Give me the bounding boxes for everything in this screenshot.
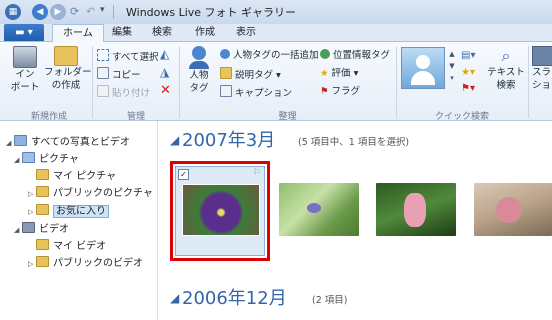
people-tag-button[interactable]: 人物 タグ	[185, 46, 213, 95]
tab-home[interactable]: ホーム	[52, 24, 104, 42]
import-button[interactable]: イン ポート	[10, 46, 40, 94]
collapse-arrow-icon[interactable]: ◢	[6, 135, 14, 151]
ribbon-separator	[528, 46, 529, 118]
folder-icon	[54, 46, 78, 66]
group-item-count: (5 項目中、1 項目を選択)	[298, 137, 410, 148]
file-menu-button[interactable]: ▬ ▾	[4, 24, 44, 41]
ribbon-separator	[179, 46, 180, 118]
photo-thumbnail[interactable]	[279, 183, 359, 236]
collapse-arrow-icon[interactable]: ◢	[14, 152, 22, 168]
window-title: Windows Live フォト ギャラリー	[126, 6, 297, 19]
ribbon-tabs: ▬ ▾ ホーム 編集 検索 作成 表示	[0, 24, 552, 42]
navigation-pane: ◢ すべての写真とビデオ ◢ ピクチャ マイ ピクチャ ▷ パブリックのピクチャ ▷ お…	[0, 121, 158, 320]
paste-button[interactable]: 貼り付け	[97, 85, 150, 100]
people-icon	[220, 49, 230, 59]
back-icon[interactable]: ◀	[32, 4, 48, 20]
refresh-icon[interactable]: ⟳	[70, 5, 79, 18]
text-search-button[interactable]: ⌕ テキスト 検索	[486, 46, 526, 92]
person-icon	[192, 46, 206, 60]
camera-icon	[13, 46, 37, 68]
bulk-people-tag-button[interactable]: 人物タグの一括追加	[220, 49, 319, 62]
nav-item-public-pictures[interactable]: ▷ パブリックのピクチャ	[28, 186, 153, 202]
gallery-scroll[interactable]: ▲ ▼ ▾	[447, 48, 457, 86]
title-separator	[113, 5, 114, 19]
folder-icon	[36, 186, 49, 197]
copy-button[interactable]: コピー	[97, 67, 141, 82]
caption-button[interactable]: キャプション	[220, 85, 292, 100]
create-folder-button[interactable]: フォルダー の作成	[44, 46, 92, 92]
folder-icon	[36, 256, 49, 267]
pictures-library-icon	[22, 152, 35, 163]
undo-icon[interactable]: ↶	[86, 5, 95, 18]
photo-gallery: ◢ 2007年3月 (5 項目中、1 項目を選択) ✓ ⚐ ◢ 2006年12月…	[158, 121, 552, 320]
expand-arrow-icon[interactable]: ▷	[28, 204, 36, 220]
pansy-photo	[182, 184, 260, 236]
select-checkbox[interactable]: ✓	[178, 169, 189, 180]
flag-icon[interactable]: ⚐	[253, 168, 261, 178]
select-all-button[interactable]: すべて選択	[97, 49, 158, 64]
nav-item-pictures[interactable]: ◢ ピクチャ	[14, 152, 79, 168]
videos-library-icon	[22, 222, 35, 233]
nav-item-my-pictures[interactable]: マイ ピクチャ	[28, 169, 116, 185]
star-icon: ★	[320, 68, 329, 79]
collapse-group-icon[interactable]: ◢	[170, 291, 179, 305]
group-date-heading[interactable]: 2007年3月	[182, 126, 275, 152]
globe-icon	[320, 49, 330, 59]
geotag-button[interactable]: 位置情報タグ	[320, 49, 390, 62]
photo-thumbnail[interactable]	[376, 183, 456, 236]
flag-icon: ⚑	[320, 86, 329, 97]
caption-icon	[220, 85, 232, 97]
expand-arrow-icon[interactable]: ▷	[28, 186, 36, 202]
select-all-icon	[97, 49, 109, 61]
forward-icon[interactable]: ▶	[50, 4, 66, 20]
nav-item-favorites[interactable]: ▷ お気に入り	[28, 204, 109, 220]
flag-button[interactable]: ⚑ フラグ	[320, 85, 360, 98]
tab-edit[interactable]: 編集	[102, 24, 142, 41]
collapse-group-icon[interactable]: ◢	[170, 133, 179, 147]
photo-library-icon	[14, 135, 27, 146]
copy-icon	[97, 67, 109, 79]
rotate-right-icon[interactable]: ◮	[160, 65, 169, 79]
paste-icon	[97, 85, 109, 97]
tab-create[interactable]: 作成	[185, 24, 225, 41]
person-filter-button[interactable]	[401, 47, 445, 89]
list-filter-icon[interactable]: ▤▾	[461, 50, 475, 61]
group-item-count: (2 項目)	[312, 295, 348, 306]
slideshow-icon	[532, 46, 552, 66]
nav-item-public-videos[interactable]: ▷ パブリックのビデオ	[28, 256, 143, 272]
slideshow-button[interactable]: スライ ショー	[532, 46, 552, 92]
quick-access-dropdown-icon[interactable]: ▾	[100, 5, 105, 15]
ribbon-separator	[92, 46, 93, 118]
folder-icon	[36, 204, 49, 215]
ribbon-separator	[396, 46, 397, 118]
person-silhouette-icon	[416, 55, 430, 69]
collapse-arrow-icon[interactable]: ◢	[14, 222, 22, 238]
app-icon: ▦	[5, 4, 21, 20]
nav-item-all-photos-videos[interactable]: ◢ すべての写真とビデオ	[6, 135, 130, 151]
binoculars-icon: ⌕	[501, 46, 511, 65]
tab-search[interactable]: 検索	[142, 24, 182, 41]
tab-view[interactable]: 表示	[226, 24, 266, 41]
group-date-heading[interactable]: 2006年12月	[182, 284, 287, 310]
delete-icon[interactable]: ✕	[160, 83, 171, 98]
folder-icon	[36, 239, 49, 250]
title-bar: ▦ ◀ ▶ ⟳ ↶ ▾ Windows Live フォト ギャラリー	[0, 0, 552, 25]
nav-item-videos[interactable]: ◢ ビデオ	[14, 222, 69, 238]
rotate-left-icon[interactable]: ◭	[160, 47, 169, 61]
flag-filter-icon[interactable]: ⚑▾	[461, 83, 475, 94]
rating-button[interactable]: ★ 評価 ▾	[320, 67, 358, 80]
ribbon: イン ポート フォルダー の作成 新規作成 すべて選択 コピー 貼り付け ◭ ◮…	[0, 42, 552, 122]
star-filter-icon[interactable]: ★▾	[461, 67, 475, 78]
photo-thumbnail-selected[interactable]: ✓ ⚐	[175, 166, 265, 256]
description-tag-button[interactable]: 説明タグ ▾	[220, 67, 281, 82]
tag-icon	[220, 67, 232, 79]
photo-thumbnail[interactable]	[474, 183, 552, 236]
folder-icon	[36, 169, 49, 180]
expand-arrow-icon[interactable]: ▷	[28, 256, 36, 272]
nav-item-my-videos[interactable]: マイ ビデオ	[28, 239, 106, 255]
